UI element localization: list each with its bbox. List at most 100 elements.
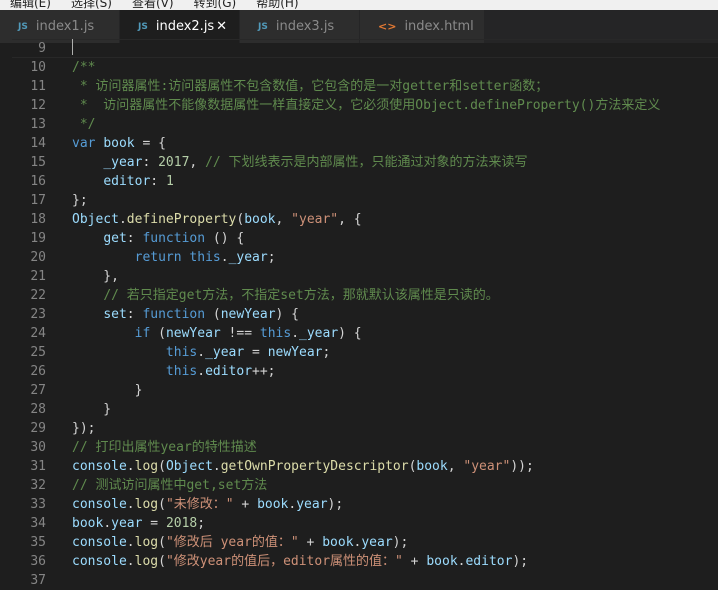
code-line[interactable]: 17}; [0, 191, 87, 210]
code-line[interactable]: 36 console.log("修改year的值后，editor属性的值：" + … [0, 552, 528, 571]
token-num: 2017 [158, 155, 190, 170]
line-code: console.log(Object.getOwnPropertyDescrip… [72, 457, 534, 476]
code-line[interactable]: 37 [0, 571, 46, 590]
code-line[interactable]: 12 * 访问器属性不能像数据属性一样直接定义，它必须使用Object.defi… [0, 96, 660, 115]
line-number: 14 [30, 136, 46, 151]
code-line[interactable]: 21 }, [0, 267, 119, 286]
token-kw: this [165, 345, 198, 360]
code-line[interactable]: 13 */ [0, 115, 95, 134]
code-line[interactable]: 30 // 打印出属性year的特性描述 [0, 438, 256, 457]
token-kw: function [142, 231, 206, 246]
token-str: "year" [463, 459, 511, 474]
line-code: Object.defineProperty(book, "year", { [72, 210, 362, 229]
token-pl: } [72, 383, 143, 398]
line-code: this._year = newYear; [72, 343, 330, 362]
line-code: book.year = 2018; [72, 514, 205, 533]
close-icon[interactable]: ✕ [216, 19, 227, 34]
line-code: } [72, 381, 143, 400]
token-pl: }, [72, 269, 119, 284]
menu-selection[interactable]: 选择(S) [71, 0, 112, 10]
current-line-highlight [12, 39, 718, 58]
line-number: 23 [30, 307, 46, 322]
token-cm: // 打印出属性year的特性描述 [72, 440, 257, 455]
token-pl: . [103, 516, 112, 531]
token-id: newYear [220, 307, 276, 322]
token-pl: + [233, 497, 258, 512]
token-cm: * 访问器属性不能像数据属性一样直接定义，它必须使用Object.defineP… [72, 98, 661, 113]
menu-edit[interactable]: 编辑(E) [10, 0, 51, 10]
token-num: 2018 [165, 516, 198, 531]
code-line[interactable]: 29}); [0, 419, 95, 438]
line-code: this.editor++; [72, 362, 276, 381]
code-line[interactable]: 27 } [0, 381, 142, 400]
token-id: book [322, 535, 354, 550]
token-pl: . [126, 554, 135, 569]
line-number: 36 [30, 554, 46, 569]
menu-view[interactable]: 查看(V) [132, 0, 174, 10]
code-line[interactable]: 31 console.log(Object.getOwnPropertyDescr… [0, 457, 533, 476]
line-code: }); [72, 419, 95, 438]
token-pl: . [197, 364, 206, 379]
code-line[interactable]: 14 var book = { [0, 134, 166, 153]
token-pl: . [212, 459, 221, 474]
code-line[interactable]: 28 } [0, 400, 111, 419]
code-line[interactable]: 18 Object.defineProperty(book, "year", { [0, 210, 361, 229]
code-line[interactable]: 19 get: function () { [0, 229, 244, 248]
line-number: 28 [30, 402, 46, 417]
token-pl: ( [158, 535, 166, 550]
code-line[interactable]: 11 * 访问器属性:访问器属性不包含数值，它包含的是一对getter和sett… [0, 77, 548, 96]
code-editor[interactable]: 9 10 /** 11 * 访问器属性:访问器属性不包含数值，它包含的是一对gette… [0, 39, 718, 588]
code-line[interactable]: 25 this._year = newYear; [0, 343, 330, 362]
line-code: _year: 2017, // 下划线表示是内部属性，只能通过对象的方法来读写 [72, 153, 527, 172]
code-line[interactable]: 32 // 测试访问属性中get,set方法 [0, 476, 267, 495]
line-number: 22 [30, 288, 46, 303]
code-line[interactable]: 33 console.log("未修改：" + book.year); [0, 495, 343, 514]
token-id: _year [103, 155, 143, 170]
code-line[interactable]: 23 set: function (newYear) { [0, 305, 299, 324]
token-pl: ) { [275, 307, 300, 322]
token-id: book [426, 554, 458, 569]
token-id: newYear [267, 345, 323, 360]
line-number: 25 [30, 345, 46, 360]
code-line[interactable]: 9 [0, 39, 718, 58]
line-number: 12 [30, 98, 46, 113]
token-fn: defineProperty [126, 212, 237, 227]
token-pl: ( [158, 459, 166, 474]
token-cls: Object [165, 459, 213, 474]
code-line[interactable]: 20 return this._year; [0, 248, 275, 267]
menu-bar: 编辑(E) 选择(S) 查看(V) 转到(G) 帮助(H) [0, 0, 718, 10]
code-line[interactable]: 26 this.editor++; [0, 362, 275, 381]
line-code: // 若只指定get方法，不指定set方法，那就默认该属性是只读的。 [72, 286, 498, 305]
code-line[interactable]: 24 if (newYear !== this._year) { [0, 324, 361, 343]
token-id: year [361, 535, 393, 550]
token-cm: */ [72, 117, 96, 132]
code-line[interactable]: 34 book.year = 2018; [0, 514, 205, 533]
line-code: var book = { [72, 134, 166, 153]
token-pl: . [220, 250, 229, 265]
token-pl: , { [338, 212, 362, 227]
line-code: /** [72, 58, 95, 77]
code-line[interactable]: 22 // 若只指定get方法，不指定set方法，那就默认该属性是只读的。 [0, 286, 498, 305]
code-line[interactable]: 15 _year: 2017, // 下划线表示是内部属性，只能通过对象的方法来… [0, 153, 527, 172]
line-code: console.log("未修改：" + book.year); [72, 495, 343, 514]
tab-label: index1.js [35, 19, 95, 34]
token-cls: Object [72, 212, 119, 227]
line-code: return this._year; [72, 248, 276, 267]
code-line[interactable]: 16 editor: 1 [0, 172, 173, 191]
code-line[interactable]: 35 console.log("修改后 year的值：" + book.year)… [0, 533, 408, 552]
token-pl: , [447, 459, 464, 474]
token-id: editor [465, 554, 513, 569]
token-id: year [296, 497, 328, 512]
token-id: _year [205, 345, 245, 360]
code-line[interactable]: 10 /** [0, 58, 95, 77]
token-num: 1 [165, 174, 174, 189]
line-code: set: function (newYear) { [72, 305, 299, 324]
menu-goto[interactable]: 转到(G) [194, 0, 237, 10]
menu-help[interactable]: 帮助(H) [256, 0, 298, 10]
line-number: 16 [30, 174, 46, 189]
token-pl: . [126, 497, 135, 512]
